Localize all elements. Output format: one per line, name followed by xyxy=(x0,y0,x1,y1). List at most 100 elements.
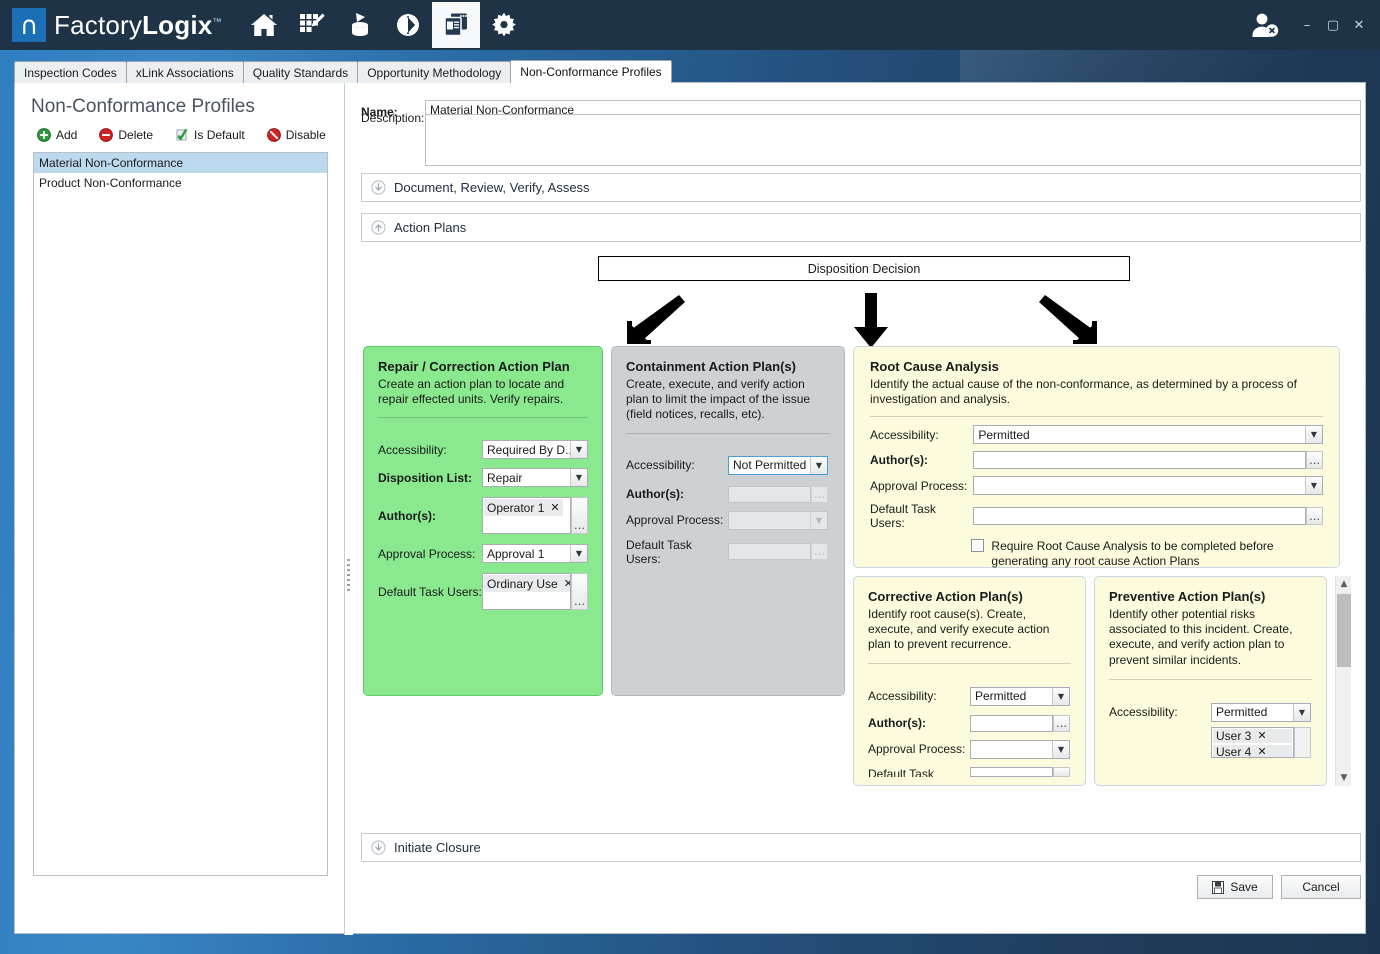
remove-token-icon[interactable]: ✕ xyxy=(564,577,571,590)
rca-accessibility-select[interactable]: Permitted ▼ xyxy=(973,425,1323,444)
repair-disposition-list-select[interactable]: Repair ▼ xyxy=(482,468,588,487)
corrective-approval-select[interactable]: ▼ xyxy=(970,740,1070,759)
action-plan-flow: Disposition Decision Repair / Correct xyxy=(361,251,1361,826)
tab-quality-standards[interactable]: Quality Standards xyxy=(243,61,358,83)
corrective-accessibility-value: Permitted xyxy=(975,689,1026,703)
save-button[interactable]: Save xyxy=(1197,875,1273,899)
rca-approval-select[interactable]: ▼ xyxy=(973,476,1323,495)
panel-rca-title: Root Cause Analysis xyxy=(870,359,1323,374)
scrollbar-thumb[interactable] xyxy=(1337,594,1351,667)
repair-authors-label: Author(s): xyxy=(378,509,482,523)
corrective-authors-browse-button[interactable]: … xyxy=(1053,715,1070,732)
containment-task-users-browse-button: … xyxy=(811,543,828,560)
panel-root-cause-analysis: Root Cause Analysis Identify the actual … xyxy=(853,346,1340,568)
rca-task-users-tokenbox[interactable] xyxy=(973,507,1306,525)
profile-list-item-product[interactable]: Product Non-Conformance xyxy=(34,173,327,193)
settings-icon[interactable] xyxy=(480,2,528,48)
maximize-button[interactable]: ▢ xyxy=(1320,12,1346,38)
brand-mark-icon: ∩ xyxy=(12,8,46,42)
tab-inspection-codes[interactable]: Inspection Codes xyxy=(14,61,127,83)
preventive-authors-browse-button[interactable] xyxy=(1294,727,1311,758)
panel-repair-title: Repair / Correction Action Plan xyxy=(378,359,588,374)
containment-authors-tokenbox xyxy=(728,486,811,503)
app-window: ∩ FactoryLogix™ xyxy=(0,0,1380,954)
repair-accessibility-label: Accessibility: xyxy=(378,443,482,457)
profile-list[interactable]: Material Non-Conformance Product Non-Con… xyxy=(33,152,328,876)
tab-non-conformance-profiles[interactable]: Non-Conformance Profiles xyxy=(510,60,671,83)
accordion-initiate-closure-label: Initiate Closure xyxy=(394,840,481,855)
materials-icon[interactable] xyxy=(336,2,384,48)
tab-strip: Inspection Codes xLink Associations Qual… xyxy=(14,60,671,83)
profile-toolbar: Add Delete Is Default xyxy=(37,128,326,142)
repair-task-users-browse-button[interactable]: … xyxy=(571,573,588,610)
corrective-accessibility-label: Accessibility: xyxy=(868,689,970,703)
minimize-button[interactable]: – xyxy=(1294,12,1320,38)
rca-require-checkbox[interactable] xyxy=(971,539,984,552)
rca-task-users-label: Default Task Users: xyxy=(870,502,973,530)
close-button[interactable]: ✕ xyxy=(1346,12,1372,38)
left-pane: Non-Conformance Profiles Add Delete xyxy=(15,83,345,935)
rca-require-checkbox-label: Require Root Cause Analysis to be comple… xyxy=(991,539,1323,569)
remove-token-icon[interactable]: ✕ xyxy=(1257,745,1266,758)
preventive-accessibility-label: Accessibility: xyxy=(1109,705,1211,719)
user-logout-icon[interactable] xyxy=(1250,11,1280,39)
profile-list-item-material[interactable]: Material Non-Conformance xyxy=(34,153,327,173)
token-label: User 3 xyxy=(1216,729,1251,743)
arrow-down-right-icon xyxy=(1037,293,1103,345)
save-button-label: Save xyxy=(1230,880,1257,894)
production-icon[interactable] xyxy=(432,2,480,48)
repair-approval-select[interactable]: Approval 1 ▼ xyxy=(482,544,588,563)
chevron-down-icon: ▼ xyxy=(1052,688,1069,705)
save-disk-icon xyxy=(1212,881,1224,894)
accordion-action-plans[interactable]: Action Plans xyxy=(361,213,1361,242)
token[interactable]: Operator 1✕ xyxy=(484,499,563,516)
scroll-up-icon[interactable]: ▲ xyxy=(1336,576,1352,592)
repair-authors-browse-button[interactable]: … xyxy=(571,497,588,534)
remove-token-icon[interactable]: ✕ xyxy=(550,501,559,514)
brand-suffix: Logix xyxy=(142,10,212,40)
description-input[interactable] xyxy=(425,114,1361,166)
panel-corrective-title: Corrective Action Plan(s) xyxy=(868,589,1071,604)
splitter-grip-icon xyxy=(347,559,350,593)
planning-icon[interactable] xyxy=(288,2,336,48)
disable-button[interactable]: Disable xyxy=(267,128,326,142)
action-plans-scrollbar[interactable]: ▲ ▼ xyxy=(1335,576,1351,786)
containment-accessibility-select[interactable]: Not Permitted ▼ xyxy=(728,456,828,475)
is-default-button[interactable]: Is Default xyxy=(175,128,245,142)
home-icon[interactable] xyxy=(240,2,288,48)
add-button[interactable]: Add xyxy=(37,128,77,142)
logistics-icon[interactable] xyxy=(384,2,432,48)
pane-splitter[interactable] xyxy=(345,83,353,935)
corrective-task-users-tokenbox[interactable] xyxy=(970,767,1053,777)
corrective-authors-tokenbox[interactable] xyxy=(970,715,1053,732)
rca-authors-browse-button[interactable]: … xyxy=(1306,451,1323,469)
repair-approval-label: Approval Process: xyxy=(378,547,482,561)
repair-authors-tokenbox[interactable]: Operator 1✕ xyxy=(482,497,571,534)
delete-button-label: Delete xyxy=(118,128,153,142)
repair-accessibility-select[interactable]: Required By D... ▼ xyxy=(482,440,588,459)
containment-approval-label: Approval Process: xyxy=(626,513,728,527)
is-default-icon xyxy=(175,128,189,142)
panel-repair-description: Create an action plan to locate and repa… xyxy=(378,377,588,407)
corrective-accessibility-select[interactable]: Permitted ▼ xyxy=(970,687,1070,706)
preventive-accessibility-select[interactable]: Permitted ▼ xyxy=(1211,703,1311,722)
panel-rca-description: Identify the actual cause of the non-con… xyxy=(870,377,1323,407)
rca-authors-tokenbox[interactable] xyxy=(973,451,1306,469)
repair-task-users-tokenbox[interactable]: Ordinary Use✕ xyxy=(482,573,571,610)
token[interactable]: User 3 ✕ xyxy=(1213,729,1292,743)
tab-opportunity-methodology[interactable]: Opportunity Methodology xyxy=(357,61,511,83)
tab-xlink-associations[interactable]: xLink Associations xyxy=(126,61,244,83)
token[interactable]: Ordinary Use✕ xyxy=(484,575,571,592)
preventive-authors-tokenbox[interactable]: User 3 ✕ User 4✕ xyxy=(1211,727,1294,758)
delete-button[interactable]: Delete xyxy=(99,128,153,142)
remove-token-icon[interactable]: ✕ xyxy=(1257,729,1266,742)
accordion-initiate-closure[interactable]: Initiate Closure xyxy=(361,833,1361,862)
token[interactable]: User 4✕ xyxy=(1213,745,1292,758)
cancel-button[interactable]: Cancel xyxy=(1281,875,1361,899)
corrective-approval-label: Approval Process: xyxy=(868,742,970,756)
scroll-down-icon[interactable]: ▼ xyxy=(1336,770,1352,786)
rca-task-users-browse-button[interactable]: … xyxy=(1306,507,1323,525)
corrective-task-users-browse-button[interactable] xyxy=(1053,767,1070,777)
repair-disposition-list-value: Repair xyxy=(487,471,522,485)
accordion-document-review-verify-assess[interactable]: Document, Review, Verify, Assess xyxy=(361,173,1361,202)
